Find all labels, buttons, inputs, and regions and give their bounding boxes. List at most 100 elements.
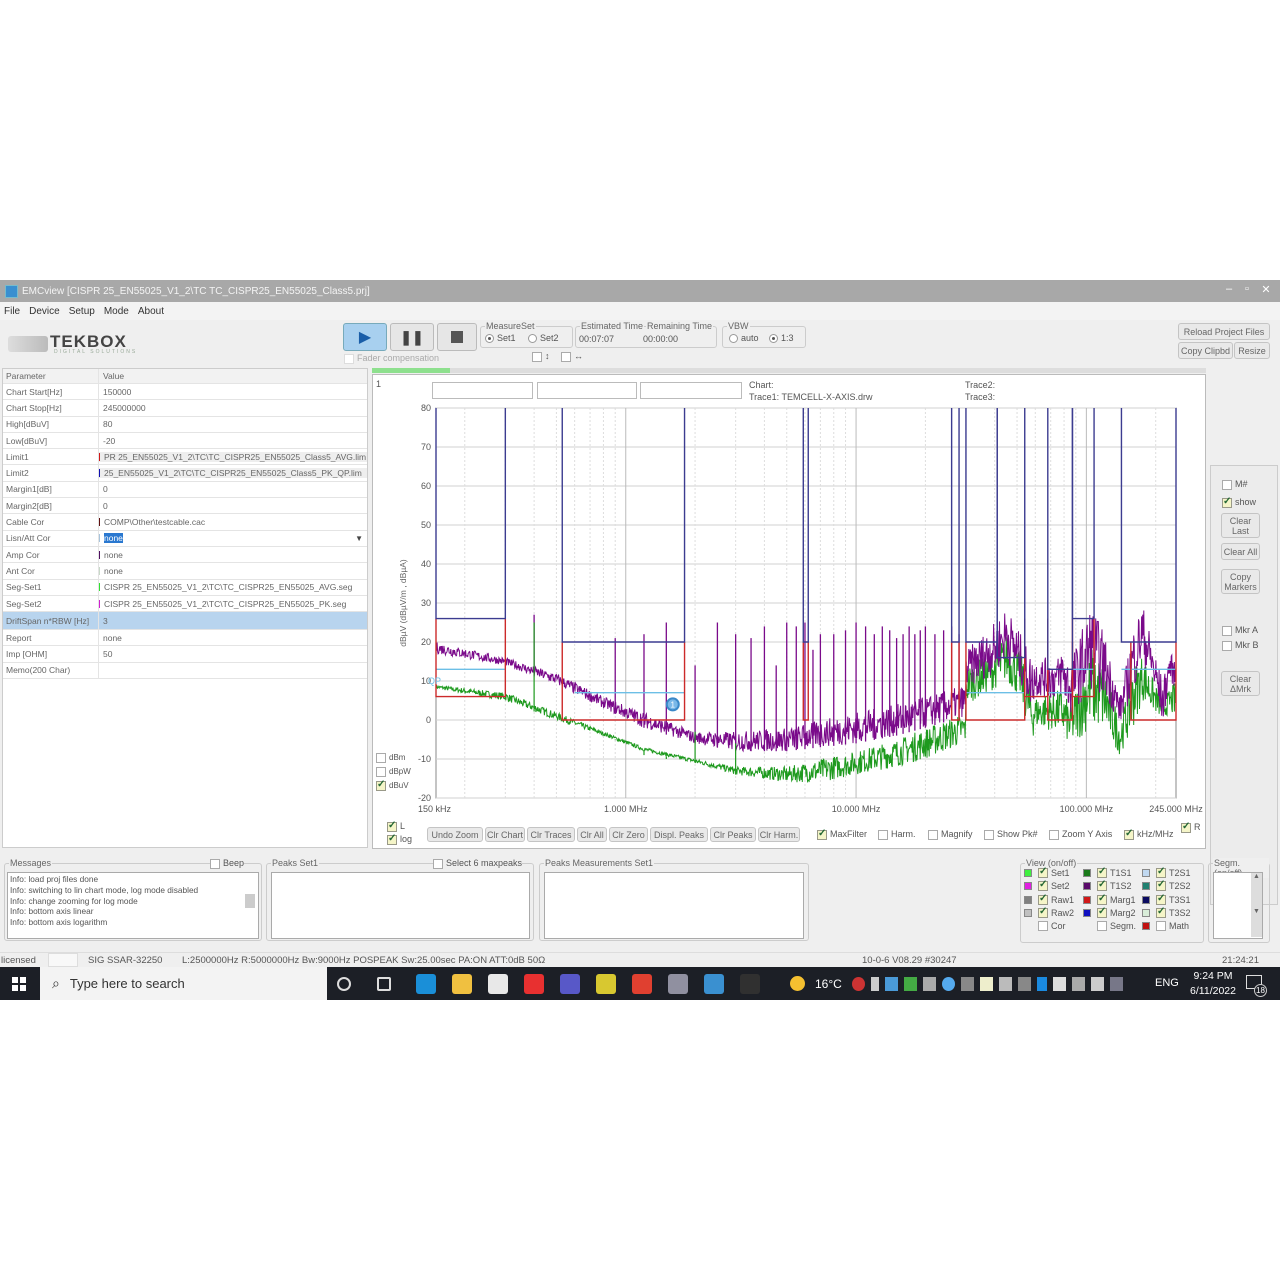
emcview-icon[interactable] <box>704 974 724 994</box>
color-swatch[interactable] <box>99 566 100 575</box>
system-tray-icons[interactable] <box>852 977 1142 991</box>
color-swatch[interactable] <box>99 518 100 527</box>
clr-all-button[interactable]: Clr All <box>577 827 607 842</box>
obs-icon[interactable] <box>740 974 760 994</box>
clr-chart-button[interactable]: Clr Chart <box>485 827 525 842</box>
view-toggle-math[interactable]: Math <box>1142 921 1189 932</box>
mkr-a-check[interactable]: Mkr A <box>1222 625 1258 636</box>
color-swatch[interactable] <box>1083 869 1091 877</box>
param-row[interactable]: Limit1 PR 25_EN55025_V1_2\TC\TC_CISPR25_E… <box>3 449 367 466</box>
emission-chart[interactable]: 80706050403020100-10-20150 kHz 1.000 MHz 1… <box>373 375 1207 815</box>
check-zoom-y-axis[interactable]: Zoom Y Axis <box>1049 829 1112 840</box>
param-row[interactable]: Seg-Set1 CISPR 25_EN55025_V1_2\TC\TC_CISP… <box>3 579 367 596</box>
maximize-button[interactable]: ▫ <box>1239 283 1255 295</box>
mnum-check[interactable]: M# <box>1222 479 1248 490</box>
gl-app-icon[interactable] <box>596 974 616 994</box>
beep-check[interactable]: Beep <box>210 858 245 869</box>
param-value[interactable]: 25_EN55025_V1_2\TC\TC_CISPR25_EN55025_Cl… <box>99 468 367 479</box>
view-toggle-marg1[interactable]: Marg1 <box>1083 893 1136 905</box>
teams-icon[interactable] <box>560 974 580 994</box>
resize-button[interactable]: Resize <box>1234 342 1270 359</box>
color-swatch[interactable] <box>1142 869 1150 877</box>
check-show-pk-[interactable]: Show Pk# <box>984 829 1038 840</box>
view-toggle-segm[interactable]: Segm. <box>1083 921 1136 932</box>
peaks-set1-list[interactable] <box>271 872 530 939</box>
taskbar-date[interactable]: 6/11/2022 <box>1186 985 1240 997</box>
param-row[interactable]: Cable Cor COMP\Other\testcable.cac <box>3 514 367 531</box>
task-view-icon[interactable] <box>377 977 391 991</box>
param-row[interactable]: Margin1[dB] 0 <box>3 481 367 499</box>
color-swatch[interactable] <box>1024 895 1032 904</box>
param-row[interactable]: Memo(200 Char) <box>3 662 367 680</box>
param-value[interactable]: COMP\Other\testcable.cac <box>99 517 367 527</box>
color-swatch[interactable] <box>1142 882 1150 891</box>
chrome-icon[interactable] <box>632 974 652 994</box>
param-value[interactable]: PR 25_EN55025_V1_2\TC\TC_CISPR25_EN55025… <box>99 451 367 462</box>
dropdown-arrow-icon[interactable]: ▼ <box>355 534 363 543</box>
check-log[interactable]: log <box>387 833 412 845</box>
param-row[interactable]: Amp Cor none <box>3 546 367 564</box>
param-row[interactable]: Report none <box>3 630 367 647</box>
color-swatch[interactable] <box>1024 908 1032 917</box>
messages-list[interactable]: Info: load proj files done Info: switchin… <box>7 872 259 939</box>
show-markers-check[interactable]: show <box>1222 496 1256 508</box>
clear-all-markers-button[interactable]: Clear All <box>1221 543 1260 560</box>
color-swatch[interactable] <box>1142 922 1150 931</box>
weather-sun-icon[interactable] <box>790 976 805 991</box>
view-toggle-t2s2[interactable]: T2S2 <box>1142 879 1191 892</box>
radio-vbw-1-3[interactable]: 1:3 <box>769 333 794 344</box>
param-row[interactable]: Seg-Set2 CISPR 25_EN55025_V1_2\TC\TC_CISP… <box>3 595 367 613</box>
param-row[interactable]: Margin2[dB] 0 <box>3 498 367 515</box>
color-swatch[interactable] <box>99 469 100 478</box>
param-row[interactable]: Limit2 25_EN55025_V1_2\TC\TC_CISPR25_EN55… <box>3 465 367 482</box>
paint-icon[interactable] <box>668 974 688 994</box>
play-button[interactable]: ▶ <box>343 323 387 351</box>
acrobat-icon[interactable] <box>524 974 544 994</box>
clear-delta-marker-button[interactable]: Clear ΔMrk <box>1221 671 1260 696</box>
color-swatch[interactable] <box>1083 922 1091 930</box>
check-harm-[interactable]: Harm. <box>878 829 916 840</box>
radio-vbw-auto[interactable]: auto <box>729 333 759 344</box>
color-swatch[interactable] <box>1083 895 1091 904</box>
check-khz-mhz[interactable]: kHz/MHz <box>1124 828 1174 840</box>
param-value[interactable]: 0 <box>99 484 367 494</box>
taskbar-search-box[interactable]: ⌕ Type here to search <box>40 967 327 1000</box>
cortana-icon[interactable] <box>337 977 351 991</box>
param-row[interactable]: Chart Stop[Hz] 245000000 <box>3 400 367 417</box>
menu-mode[interactable]: Mode <box>104 306 129 317</box>
radio-set1[interactable]: Set1 <box>485 333 516 344</box>
param-value[interactable]: 150000 <box>99 387 367 397</box>
messages-scrollbar[interactable] <box>245 894 255 908</box>
param-value[interactable]: 80 <box>99 419 367 429</box>
param-value[interactable]: none <box>99 566 367 576</box>
store-icon[interactable] <box>488 974 508 994</box>
view-toggle-marg2[interactable]: Marg2 <box>1083 906 1136 918</box>
radio-set2[interactable]: Set2 <box>528 333 559 344</box>
param-row[interactable]: High[dBuV] 80 <box>3 416 367 433</box>
reload-project-files-button[interactable]: Reload Project Files <box>1178 323 1270 340</box>
color-swatch[interactable] <box>1083 882 1091 891</box>
view-toggle-raw1[interactable]: Raw1 <box>1024 893 1074 905</box>
check-l[interactable]: L <box>387 820 405 832</box>
view-toggle-t1s2[interactable]: T1S2 <box>1083 879 1132 892</box>
color-swatch[interactable] <box>1142 895 1150 904</box>
view-toggle-t3s1[interactable]: T3S1 <box>1142 893 1191 905</box>
param-value[interactable]: 0 <box>99 501 367 511</box>
copy-clipboard-button[interactable]: Copy Clipbd <box>1178 342 1233 359</box>
weather-temp[interactable]: 16°C <box>815 977 842 991</box>
menu-file[interactable]: File <box>4 306 20 317</box>
edge-icon[interactable] <box>416 974 436 994</box>
param-value[interactable]: 3 <box>99 616 367 626</box>
file-explorer-icon[interactable] <box>452 974 472 994</box>
param-row[interactable]: Lisn/Att Cor none ▼ <box>3 530 367 547</box>
param-row[interactable]: Ant Cor none <box>3 563 367 580</box>
color-swatch[interactable] <box>99 452 100 461</box>
check-maxfilter[interactable]: MaxFilter <box>817 828 867 840</box>
param-value[interactable]: none <box>99 550 367 560</box>
param-value[interactable]: none ▼ <box>99 533 367 544</box>
taskbar-time[interactable]: 9:24 PM <box>1190 970 1236 982</box>
param-value[interactable]: CISPR 25_EN55025_V1_2\TC\TC_CISPR25_EN55… <box>99 599 367 609</box>
color-swatch[interactable] <box>1024 882 1032 891</box>
clr-peaks-button[interactable]: Clr Peaks <box>710 827 756 842</box>
view-toggle-t3s2[interactable]: T3S2 <box>1142 906 1191 918</box>
